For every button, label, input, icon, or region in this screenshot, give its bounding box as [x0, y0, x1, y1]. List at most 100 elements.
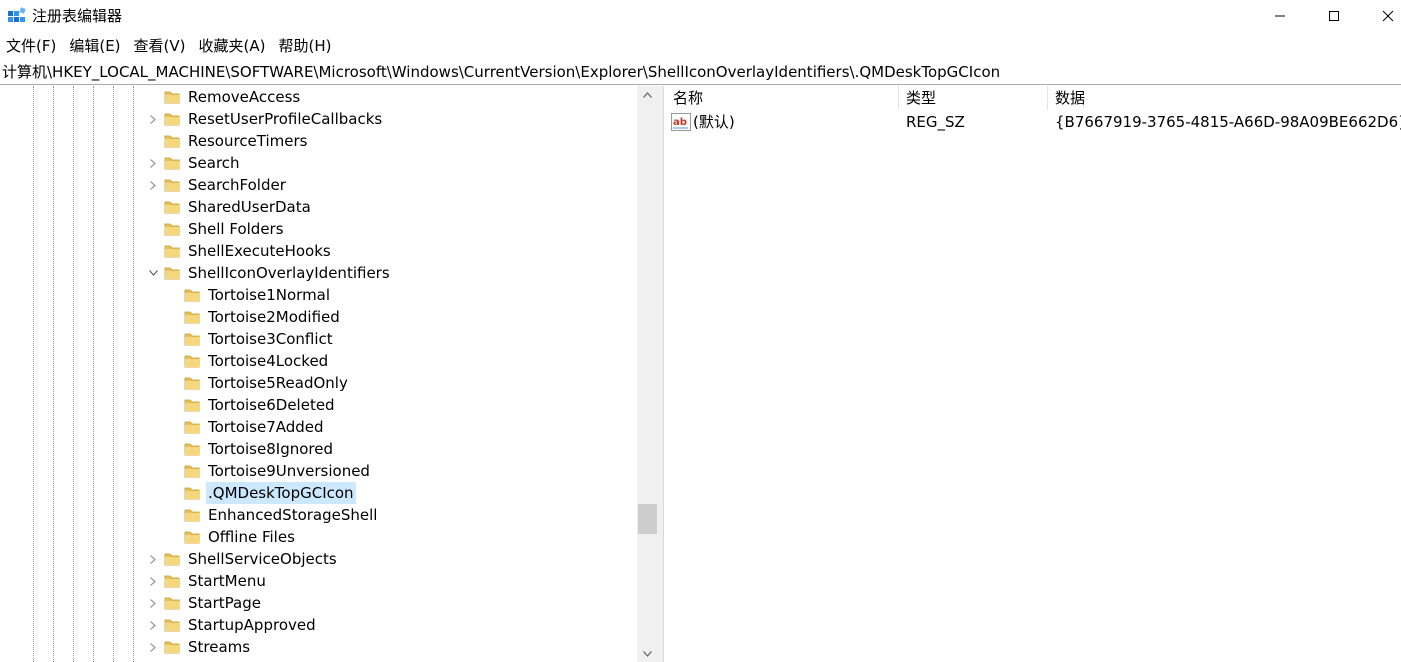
folder-icon — [164, 553, 180, 566]
tree-item-label: ResourceTimers — [188, 132, 308, 150]
tree-item-label: Tortoise6Deleted — [208, 396, 335, 414]
close-button[interactable] — [1364, 0, 1401, 32]
tree-item[interactable]: Search — [0, 152, 637, 174]
menu-help[interactable]: 帮助(H) — [272, 34, 338, 58]
tree-item[interactable]: SharedUserData — [0, 196, 637, 218]
values-list[interactable]: 名称 类型 数据 ab (默认) REG_SZ {B7667919-3765-4… — [665, 86, 1401, 662]
minimize-button[interactable] — [1256, 0, 1304, 32]
tree-item-label: ResetUserProfileCallbacks — [188, 110, 383, 128]
scroll-thumb[interactable] — [638, 504, 657, 534]
tree-item[interactable]: .QMDeskTopGCIcon — [0, 482, 637, 504]
chevron-right-icon[interactable] — [148, 152, 158, 174]
folder-icon — [184, 443, 200, 456]
chevron-right-icon[interactable] — [148, 108, 158, 130]
tree-item[interactable]: Tortoise7Added — [0, 416, 637, 438]
folder-icon — [164, 91, 180, 104]
tree-item-label: EnhancedStorageShell — [208, 506, 378, 524]
regedit-icon — [8, 7, 26, 22]
chevron-right-icon[interactable] — [148, 174, 158, 196]
tree-item[interactable]: ShellExecuteHooks — [0, 240, 637, 262]
folder-icon — [184, 311, 200, 324]
scroll-down-button[interactable] — [637, 645, 658, 662]
value-data: {B7667919-3765-4815-A66D-98A09BE662D6} — [1055, 113, 1401, 131]
chevron-down-icon[interactable] — [148, 262, 158, 284]
folder-icon — [184, 465, 200, 478]
svg-text:ab: ab — [673, 117, 687, 128]
tree-item[interactable]: ShellServiceObjects — [0, 548, 637, 570]
chevron-right-icon[interactable] — [148, 548, 158, 570]
tree-item[interactable]: StartPage — [0, 592, 637, 614]
menu-file[interactable]: 文件(F) — [0, 34, 63, 58]
menu-bar: 文件(F) 编辑(E) 查看(V) 收藏夹(A) 帮助(H) — [0, 34, 338, 58]
chevron-right-icon[interactable] — [148, 636, 158, 658]
tree-item[interactable]: ResourceTimers — [0, 130, 637, 152]
maximize-icon — [1329, 11, 1339, 21]
tree-item[interactable]: Offline Files — [0, 526, 637, 548]
address-bar[interactable]: 计算机\HKEY_LOCAL_MACHINE\SOFTWARE\Microsof… — [0, 60, 1401, 85]
folder-icon — [184, 289, 200, 302]
folder-icon — [184, 487, 200, 500]
string-value-icon: ab — [671, 113, 691, 131]
tree-item-label: ShellExecuteHooks — [188, 242, 331, 260]
tree-scrollbar[interactable] — [637, 86, 658, 662]
tree-item[interactable]: Tortoise5ReadOnly — [0, 372, 637, 394]
menu-edit[interactable]: 编辑(E) — [63, 34, 127, 58]
tree-item[interactable]: RemoveAccess — [0, 86, 637, 108]
tree-item-label: Offline Files — [208, 528, 295, 546]
folder-icon — [184, 377, 200, 390]
tree-item[interactable]: Tortoise8Ignored — [0, 438, 637, 460]
folder-icon — [184, 355, 200, 368]
tree-item-label: .QMDeskTopGCIcon — [206, 482, 356, 504]
tree-item-label: Tortoise2Modified — [208, 308, 340, 326]
value-name: (默认) — [693, 113, 735, 131]
tree-item[interactable]: Tortoise9Unversioned — [0, 460, 637, 482]
folder-icon — [184, 399, 200, 412]
folder-icon — [184, 531, 200, 544]
pane-splitter[interactable] — [658, 86, 664, 662]
tree-item-label: SearchFolder — [188, 176, 286, 194]
value-row[interactable]: ab (默认) REG_SZ {B7667919-3765-4815-A66D-… — [665, 111, 1401, 133]
folder-icon — [164, 113, 180, 126]
tree-item[interactable]: Shell Folders — [0, 218, 637, 240]
chevron-right-icon[interactable] — [148, 614, 158, 636]
tree-item[interactable]: SearchFolder — [0, 174, 637, 196]
tree-item-label: Search — [188, 154, 240, 172]
tree-item[interactable]: Tortoise2Modified — [0, 306, 637, 328]
column-header-type[interactable]: 类型 — [898, 86, 1047, 110]
menu-view[interactable]: 查看(V) — [128, 34, 193, 58]
chevron-up-icon — [643, 91, 652, 98]
tree-item[interactable]: EnhancedStorageShell — [0, 504, 637, 526]
maximize-button[interactable] — [1310, 0, 1358, 32]
tree-item-label: ShellIconOverlayIdentifiers — [188, 264, 390, 282]
chevron-right-icon[interactable] — [148, 570, 158, 592]
tree-item-label: Tortoise8Ignored — [208, 440, 333, 458]
tree-item-label: SharedUserData — [188, 198, 311, 216]
menu-favorites[interactable]: 收藏夹(A) — [193, 34, 273, 58]
tree-item-label: Tortoise4Locked — [208, 352, 329, 370]
tree-item[interactable]: Tortoise1Normal — [0, 284, 637, 306]
minimize-icon — [1275, 15, 1285, 17]
tree-item-label: ShellServiceObjects — [188, 550, 337, 568]
tree-item[interactable]: Tortoise4Locked — [0, 350, 637, 372]
title-bar: 注册表编辑器 — [0, 0, 1401, 32]
folder-icon — [164, 201, 180, 214]
folder-icon — [164, 619, 180, 632]
tree-item-label: Tortoise7Added — [208, 418, 324, 436]
tree-item[interactable]: ShellIconOverlayIdentifiers — [0, 262, 637, 284]
folder-icon — [164, 641, 180, 654]
tree-item-label: Shell Folders — [188, 220, 284, 238]
column-header-name[interactable]: 名称 — [665, 86, 898, 110]
tree-item[interactable]: Tortoise6Deleted — [0, 394, 637, 416]
tree-item[interactable]: Tortoise3Conflict — [0, 328, 637, 350]
tree-item[interactable]: Streams — [0, 636, 637, 658]
tree-item[interactable]: StartMenu — [0, 570, 637, 592]
chevron-right-icon[interactable] — [148, 592, 158, 614]
address-path[interactable]: 计算机\HKEY_LOCAL_MACHINE\SOFTWARE\Microsof… — [2, 61, 1000, 83]
key-tree[interactable]: RemoveAccess ResetUserProfileCallbacks Res… — [0, 86, 658, 662]
tree-item[interactable]: ResetUserProfileCallbacks — [0, 108, 637, 130]
tree-item-label: StartPage — [188, 594, 261, 612]
folder-icon — [184, 509, 200, 522]
tree-item[interactable]: StartupApproved — [0, 614, 637, 636]
scroll-up-button[interactable] — [637, 86, 658, 103]
column-header-data[interactable]: 数据 — [1047, 86, 1401, 110]
